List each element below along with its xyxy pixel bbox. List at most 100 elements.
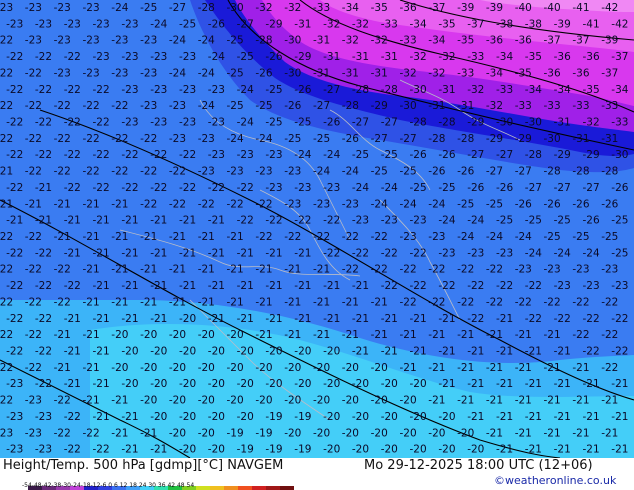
temp-label: -27 bbox=[515, 166, 532, 178]
temp-label: -23 bbox=[179, 51, 196, 63]
temp-label: -22 bbox=[284, 231, 301, 243]
temp-label: -21 bbox=[111, 231, 128, 243]
temp-label: -22 bbox=[64, 149, 81, 161]
temp-label: -21 bbox=[342, 329, 359, 341]
temp-label: -23 bbox=[121, 18, 138, 30]
temp-label: -24 bbox=[467, 215, 484, 227]
temp-label: -21 bbox=[54, 231, 71, 243]
temp-label: -20 bbox=[121, 378, 138, 390]
temp-label: -22 bbox=[6, 346, 23, 358]
temp-label: -20 bbox=[323, 346, 340, 358]
temp-label: -22 bbox=[121, 182, 138, 194]
temp-label: -25 bbox=[255, 100, 272, 112]
temp-label: -23 bbox=[400, 231, 417, 243]
temp-label: -20 bbox=[410, 411, 427, 423]
temp-label: -22 bbox=[400, 296, 417, 308]
temp-label: -28 bbox=[601, 166, 618, 178]
temp-label: -24 bbox=[428, 198, 445, 210]
temp-label: -21 bbox=[64, 215, 81, 227]
temp-label: -21 bbox=[284, 264, 301, 276]
temp-label: -24 bbox=[208, 51, 225, 63]
temp-label: -24 bbox=[323, 149, 340, 161]
temp-label: -22 bbox=[6, 182, 23, 194]
temp-label: -22 bbox=[64, 51, 81, 63]
temp-label: -23 bbox=[313, 198, 330, 210]
temp-label: -25 bbox=[371, 166, 388, 178]
temp-label: -23 bbox=[342, 198, 359, 210]
temp-label: -33 bbox=[381, 18, 398, 30]
temp-label: -21 bbox=[525, 411, 542, 423]
temp-label: -23 bbox=[121, 84, 138, 96]
temp-label: -20 bbox=[313, 362, 330, 374]
temp-label: -22 bbox=[64, 444, 81, 456]
temp-label: -23 bbox=[265, 149, 282, 161]
temp-label: -42 bbox=[611, 18, 628, 30]
temp-label: -34 bbox=[342, 2, 359, 14]
temp-label: -33 bbox=[611, 117, 628, 129]
temp-label: -22 bbox=[583, 346, 600, 358]
temp-label: -26 bbox=[255, 67, 272, 79]
temp-label: -20 bbox=[208, 378, 225, 390]
temp-label: -23 bbox=[150, 117, 167, 129]
temp-label: -21 bbox=[54, 329, 71, 341]
temp-label: -25 bbox=[294, 117, 311, 129]
temp-label: -22 bbox=[0, 264, 13, 276]
temp-label: -22 bbox=[601, 362, 618, 374]
temp-label: -40 bbox=[544, 2, 561, 14]
temp-label: -21 bbox=[25, 198, 42, 210]
temp-label: -23 bbox=[179, 117, 196, 129]
temp-label: -30 bbox=[496, 117, 513, 129]
temp-label: -20 bbox=[179, 411, 196, 423]
temp-label: -23 bbox=[35, 411, 52, 423]
temp-label: -21 bbox=[227, 296, 244, 308]
temp-label: -35 bbox=[457, 35, 474, 47]
temp-label: -32 bbox=[255, 2, 272, 14]
temp-label: -22 bbox=[83, 133, 100, 145]
temp-label: -21 bbox=[294, 280, 311, 292]
copyright-link[interactable]: ©weatheronline.co.uk bbox=[494, 474, 616, 487]
temp-label: -20 bbox=[294, 346, 311, 358]
colorbar-swatch bbox=[210, 486, 224, 490]
temp-label: -34 bbox=[428, 35, 445, 47]
temp-label: -33 bbox=[400, 35, 417, 47]
temp-label: -22 bbox=[25, 329, 42, 341]
temp-label: -21 bbox=[83, 296, 100, 308]
temp-label: -34 bbox=[611, 84, 628, 96]
temp-label: -28 bbox=[572, 166, 589, 178]
temp-label: -20 bbox=[198, 395, 215, 407]
temp-label: -25 bbox=[544, 231, 561, 243]
temp-label: -37 bbox=[572, 35, 589, 47]
temp-label: -21 bbox=[208, 313, 225, 325]
temp-label: -25 bbox=[486, 198, 503, 210]
temp-label: -21 bbox=[150, 280, 167, 292]
temp-label: -21 bbox=[352, 280, 369, 292]
temp-label: -20 bbox=[208, 444, 225, 456]
temp-label: -37 bbox=[467, 18, 484, 30]
temp-label: -21 bbox=[342, 296, 359, 308]
temp-label: -23 bbox=[64, 18, 81, 30]
temp-label: -21 bbox=[457, 329, 474, 341]
temp-label: -22 bbox=[35, 280, 52, 292]
colorbar-swatch bbox=[196, 486, 210, 490]
temp-label: -39 bbox=[554, 18, 571, 30]
temp-label: -21 bbox=[381, 313, 398, 325]
temp-label: -29 bbox=[294, 51, 311, 63]
temp-label: -23 bbox=[121, 117, 138, 129]
temp-label: -31 bbox=[457, 100, 474, 112]
temp-label: -21 bbox=[140, 264, 157, 276]
temp-label: -23 bbox=[428, 231, 445, 243]
temp-label: -30 bbox=[227, 2, 244, 14]
temp-label: -24 bbox=[438, 215, 455, 227]
temp-label: -22 bbox=[381, 280, 398, 292]
temp-label: -20 bbox=[371, 427, 388, 439]
temp-label: -21 bbox=[198, 264, 215, 276]
temp-label: -23 bbox=[0, 427, 13, 439]
temp-label: -21 bbox=[496, 346, 513, 358]
temp-label: -26 bbox=[323, 117, 340, 129]
temp-label: -23 bbox=[93, 51, 110, 63]
temp-label: -32 bbox=[284, 2, 301, 14]
temp-label: -30 bbox=[284, 35, 301, 47]
temp-label: -21 bbox=[227, 264, 244, 276]
temp-label: -21 bbox=[381, 346, 398, 358]
temp-label: -21 bbox=[371, 329, 388, 341]
